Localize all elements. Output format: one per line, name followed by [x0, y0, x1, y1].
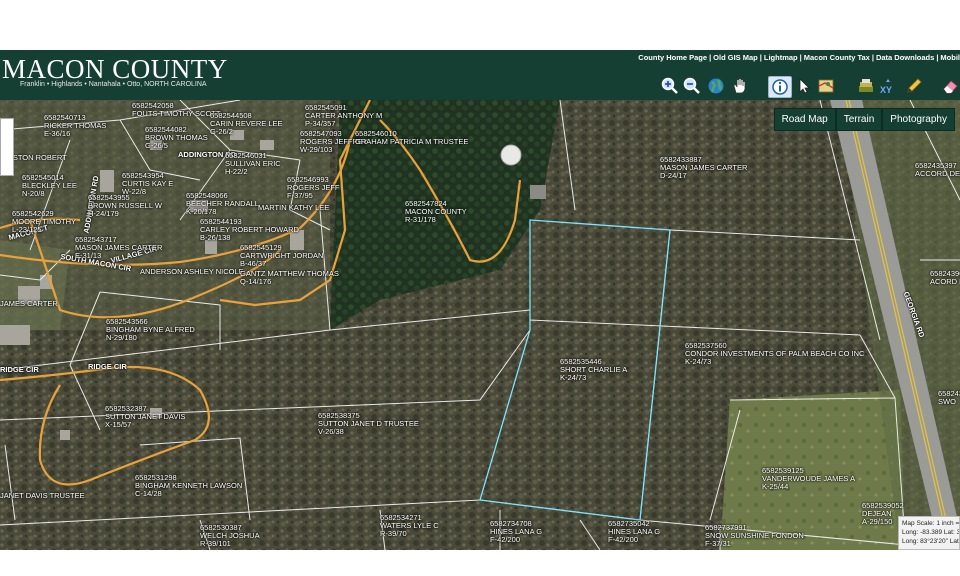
map-coordinates-decimal: Long: -83.389 Lat: 35	[902, 529, 960, 536]
link-macon-county-tax[interactable]: Macon County Tax	[804, 53, 870, 62]
map-icon[interactable]	[816, 76, 836, 96]
globe-icon[interactable]	[706, 76, 726, 96]
link-county-home[interactable]: County Home Page	[638, 53, 707, 62]
identify-icon[interactable]	[768, 76, 792, 98]
pan-hand-icon[interactable]	[730, 76, 750, 96]
eraser-icon[interactable]	[940, 76, 960, 96]
map-type-photography-button[interactable]: Photography	[882, 108, 955, 131]
xy-label: XY	[880, 85, 892, 95]
link-data-downloads[interactable]: Data Downloads	[876, 53, 934, 62]
map-toolbar: XY	[660, 76, 960, 98]
top-links: County Home Page | Old GIS Map | Lightma…	[638, 53, 960, 62]
gis-map-app: MACON COUNTY Franklin • Highlands • Nant…	[0, 0, 960, 576]
zoom-in-icon[interactable]	[660, 76, 680, 96]
map-scale-box: Map Scale: 1 inch = 1 Long: -83.389 Lat:…	[898, 516, 960, 550]
map-zoom-control[interactable]	[0, 118, 14, 176]
link-mobile[interactable]: Mobil	[940, 53, 960, 62]
layers-icon[interactable]	[856, 76, 876, 96]
app-header: MACON COUNTY Franklin • Highlands • Nant…	[0, 50, 960, 100]
road-label-ridge-1: RIDGE CIR	[0, 365, 39, 374]
road-label-addington: ADDINGTON RD	[178, 150, 237, 159]
xy-coordinates-icon[interactable]: XY	[878, 76, 898, 96]
link-old-gis-map[interactable]: Old GIS Map	[713, 53, 758, 62]
pencil-icon[interactable]	[904, 76, 924, 96]
map-coordinates-dms: Long: 83°23'20" Lat:	[902, 538, 960, 545]
map-type-terrain-button[interactable]: Terrain	[835, 108, 883, 131]
aerial-map[interactable]: ADDINGTON RD SOUTH MACON CIR VILLAGE CIR…	[0, 100, 960, 550]
aerial-imagery	[0, 100, 960, 550]
map-type-road-map-button[interactable]: Road Map	[773, 108, 836, 131]
map-type-switcher: Road Map Terrain Photography	[773, 108, 955, 131]
map-scale-text: Map Scale: 1 inch = 1	[902, 520, 960, 527]
zoom-out-icon[interactable]	[682, 76, 702, 96]
road-label-ridge-2: RIDGE CIR	[88, 362, 127, 371]
pointer-icon[interactable]	[794, 76, 814, 96]
app-subtitle: Franklin • Highlands • Nantahala • Otto,…	[20, 81, 207, 88]
link-lightmap[interactable]: Lightmap	[764, 53, 798, 62]
